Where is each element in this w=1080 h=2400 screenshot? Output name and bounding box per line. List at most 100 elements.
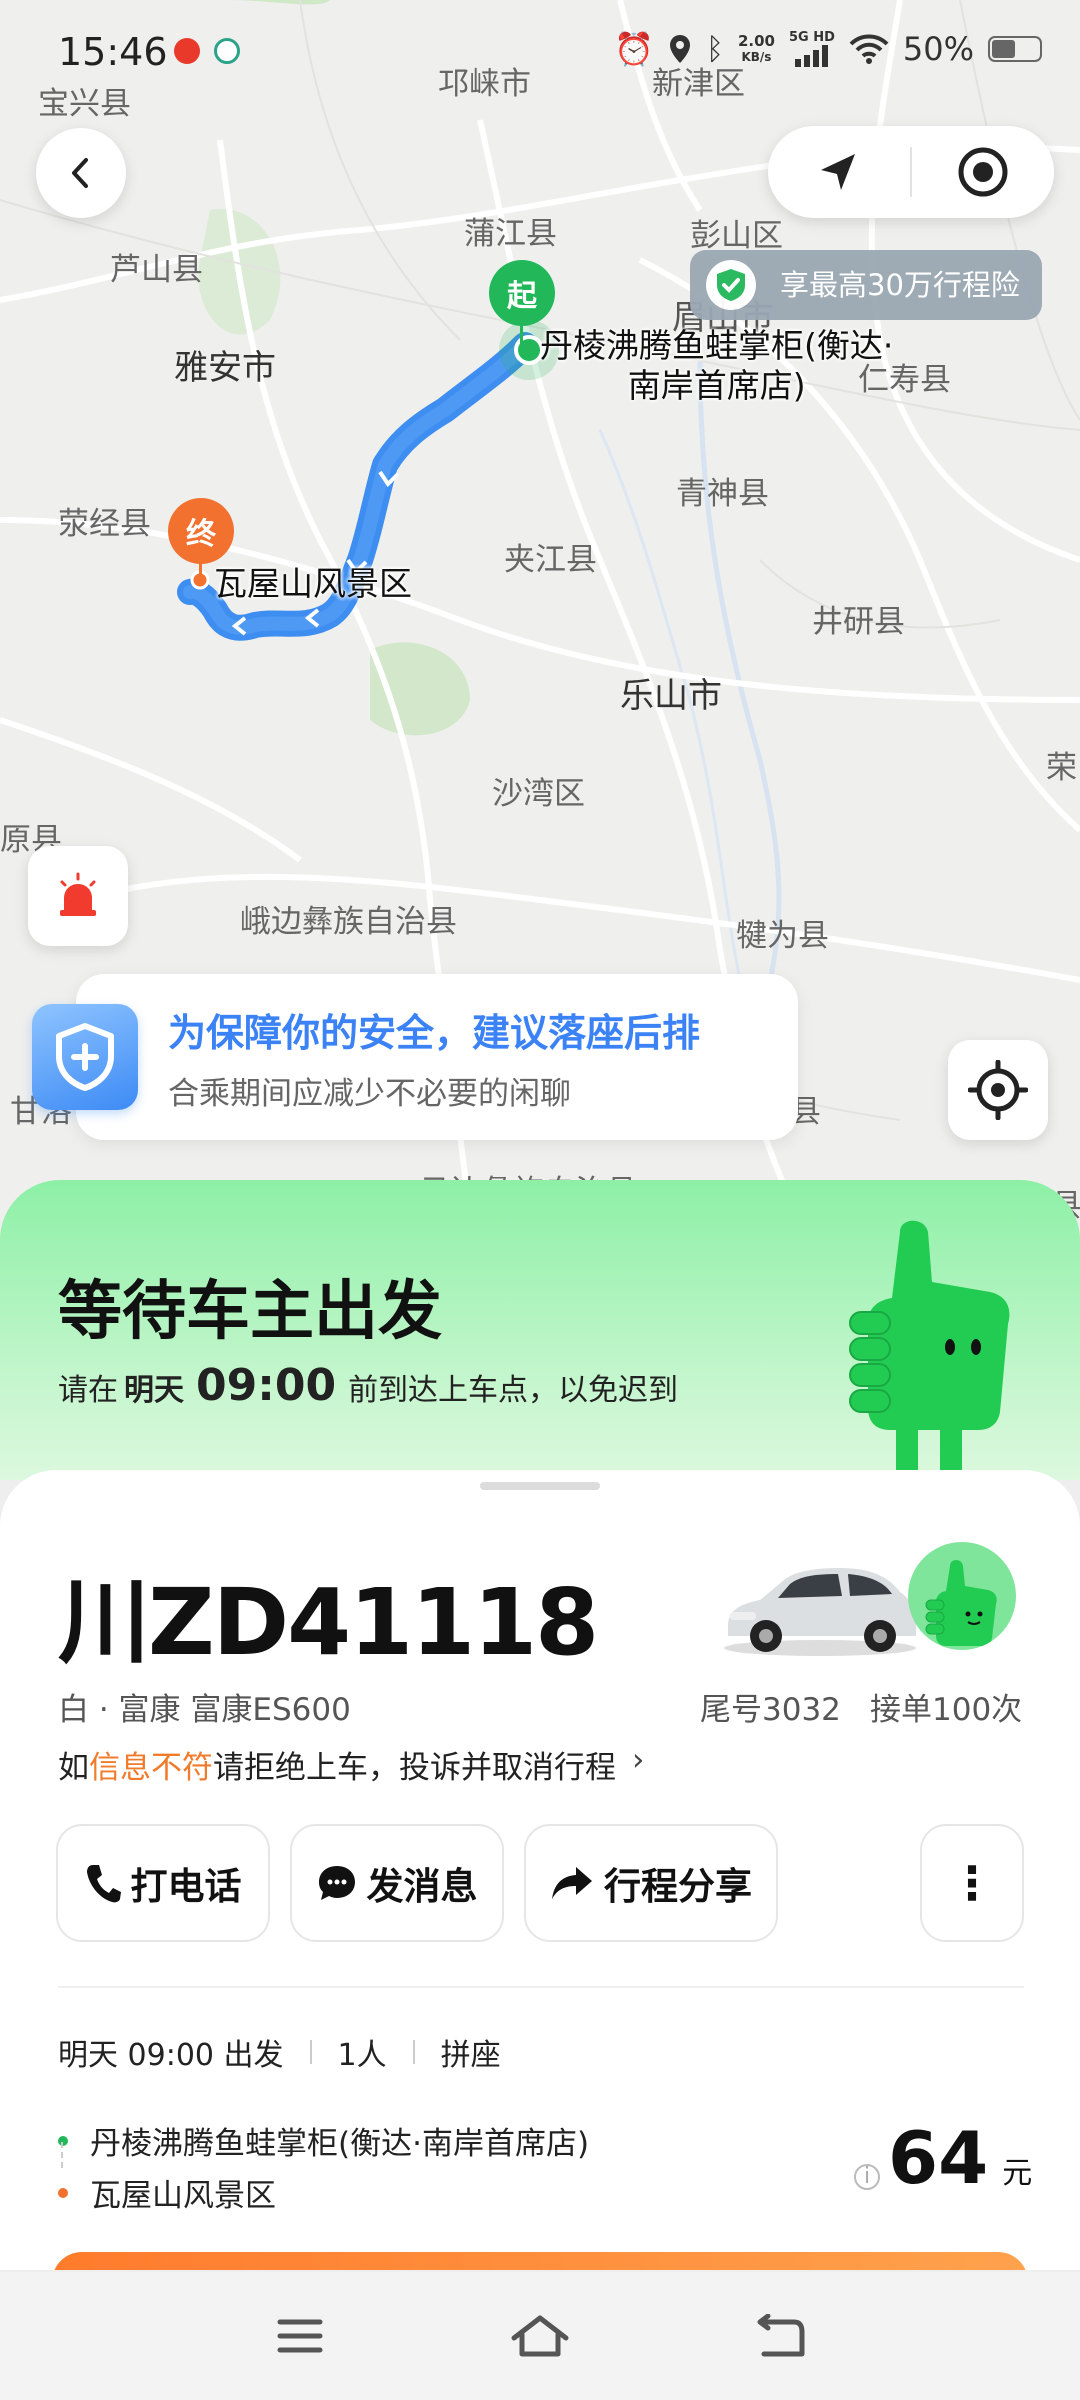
network-speed-value: 2.00 [737, 32, 775, 50]
route-destination: 瓦屋山风景区 [58, 2170, 276, 2215]
locate-me-button[interactable] [948, 1040, 1048, 1140]
system-nav-bar [0, 2272, 1080, 2400]
notice-highlight: 信息不符 [89, 1750, 213, 1786]
trip-ride-type: 拼座 [440, 2038, 501, 2073]
mascot-avatar-icon [925, 1560, 997, 1646]
subtitle-time: 09:00 [196, 1360, 337, 1411]
trip-passenger-count: 1人 [337, 2038, 387, 2073]
app-notification-icon-2 [214, 38, 240, 64]
insurance-badge[interactable]: 享最高30万行程险 [690, 250, 1042, 320]
message-button-label: 发消息 [366, 1865, 478, 1908]
destination-dot-icon [58, 2187, 68, 2198]
chat-bubble-icon [318, 1866, 355, 1900]
map-tools [768, 126, 1054, 218]
insurance-text: 享最高30万行程险 [780, 268, 1020, 302]
trip-detail-card: 川ZD41118 白 · 富康 富康ES600 尾号3032 接单100次 如 … [0, 1470, 1080, 2270]
info-icon[interactable]: i [854, 2163, 880, 2190]
start-pin[interactable]: 起 [489, 260, 555, 344]
route-destination-text: 瓦屋山风景区 [90, 2178, 276, 2214]
map-place-lushan: 芦山县 [110, 252, 203, 288]
bluetooth-icon: ᛒ [705, 31, 724, 67]
map-place-jiajiang: 夹江县 [504, 542, 597, 578]
navigate-button[interactable] [768, 126, 910, 218]
subtitle-day: 明天 [124, 1373, 184, 1408]
share-arrow-icon [552, 1867, 592, 1899]
status-time: 15:46 [58, 30, 168, 74]
safety-tip-subtitle: 合乘期间应减少不必要的闲聊 [168, 1076, 571, 1112]
route-origin-text: 丹棱沸腾鱼蛙掌柜(衡达·南岸首席店) [90, 2126, 590, 2162]
route-connector [61, 2142, 63, 2168]
start-poi-line2: 南岸首席店) [627, 366, 806, 405]
status-bar: 15:46 ⏰ ᛒ 2.00 KB/s 5G HD 50% [0, 0, 1080, 110]
wifi-icon [849, 34, 889, 64]
status-indicators: ⏰ ᛒ 2.00 KB/s 5G HD 50% [614, 30, 1042, 68]
trip-price[interactable]: i 64 元 [854, 2116, 1032, 2200]
safety-tip-title: 为保障你的安全，建议落座后排 [168, 1011, 701, 1055]
chevron-left-icon [72, 158, 88, 188]
mismatch-notice-link[interactable]: 如 信息不符 请拒绝上车，投诉并取消行程 › [58, 1742, 644, 1787]
driver-order-count: 接单100次 [870, 1692, 1023, 1728]
meta-separator [412, 2040, 415, 2064]
network-speed: 2.00 KB/s [738, 33, 775, 65]
share-trip-button[interactable]: 行程分享 [524, 1824, 778, 1942]
back-button[interactable] [36, 128, 126, 218]
navigation-arrow-icon [821, 154, 855, 190]
battery-icon [988, 36, 1042, 62]
recenter-button[interactable] [912, 126, 1054, 218]
crosshair-icon [968, 1060, 1028, 1120]
home-icon [511, 2315, 569, 2357]
map-place-jingyan: 井研县 [812, 604, 905, 640]
drag-handle[interactable] [480, 1482, 600, 1490]
chevron-right-icon: › [632, 1742, 645, 1778]
trip-status-subtitle: 请在 明天 09:00 前到达上车点，以免迟到 [58, 1360, 678, 1411]
map-place-rong: 荣 [1046, 750, 1077, 786]
sos-button[interactable] [28, 846, 128, 946]
menu-icon [277, 2319, 323, 2353]
origin-dot-icon [58, 2135, 68, 2146]
trip-depart-time: 明天 09:00 出发 [58, 2038, 284, 2073]
battery-percent: 50% [902, 30, 974, 68]
end-pin[interactable]: 终 [168, 498, 234, 582]
notice-prefix: 如 [58, 1750, 89, 1786]
safety-tip-card[interactable]: 为保障你的安全，建议落座后排 合乘期间应减少不必要的闲聊 [76, 974, 798, 1140]
status-app-icons [174, 38, 240, 64]
notice-suffix: 请拒绝上车，投诉并取消行程 [213, 1750, 616, 1786]
nav-back-button[interactable] [735, 2301, 825, 2371]
signal-icon [794, 45, 828, 67]
target-icon [958, 147, 1008, 197]
price-amount: 64 [888, 2116, 989, 2200]
subtitle-prefix: 请在 [58, 1373, 118, 1408]
map-place-qingshen: 青神县 [676, 476, 769, 512]
app-notification-icon [174, 38, 200, 64]
car-description: 白 · 富康 富康ES600 [58, 1692, 351, 1728]
map-place-shawan: 沙湾区 [492, 776, 585, 812]
end-poi-label: 瓦屋山风景区 [214, 564, 412, 603]
start-poi-label: 丹棱沸腾鱼蛙掌柜(衡达· 南岸首席店) [540, 326, 893, 406]
promo-banner[interactable] [52, 2252, 1028, 2270]
meta-separator [309, 2040, 312, 2064]
trip-meta: 明天 09:00 出发 1人 拼座 [58, 2030, 501, 2074]
driver-tail-number: 尾号3032 [700, 1692, 841, 1728]
license-plate: 川ZD41118 [58, 1569, 599, 1676]
nav-home-button[interactable] [495, 2301, 585, 2371]
nav-menu-button[interactable] [255, 2301, 345, 2371]
driver-avatar[interactable] [908, 1542, 1016, 1650]
start-poi-line1: 丹棱沸腾鱼蛙掌柜(衡达· [540, 326, 894, 365]
signal-indicator: 5G HD [789, 31, 835, 67]
car-image [724, 1568, 916, 1656]
map-place-ebian: 峨边彝族自治县 [240, 904, 457, 940]
price-unit: 元 [1002, 2156, 1033, 2191]
back-icon [757, 2314, 805, 2357]
thumbs-up-mascot [849, 1220, 1010, 1470]
network-type: 5G HD [788, 30, 835, 45]
call-button-label: 打电话 [130, 1865, 242, 1908]
call-button[interactable]: 打电话 [56, 1824, 270, 1942]
section-divider [58, 1986, 1024, 1988]
map-place-pujiang: 蒲江县 [464, 216, 557, 252]
more-options-button[interactable]: ⋮ [920, 1824, 1024, 1942]
map-place-leshan: 乐山市 [620, 676, 722, 716]
more-vertical-icon: ⋮ [949, 1856, 995, 1910]
message-button[interactable]: 发消息 [290, 1824, 504, 1942]
subtitle-suffix: 前到达上车点，以免迟到 [348, 1373, 679, 1408]
safety-shield-icon [32, 1004, 138, 1110]
